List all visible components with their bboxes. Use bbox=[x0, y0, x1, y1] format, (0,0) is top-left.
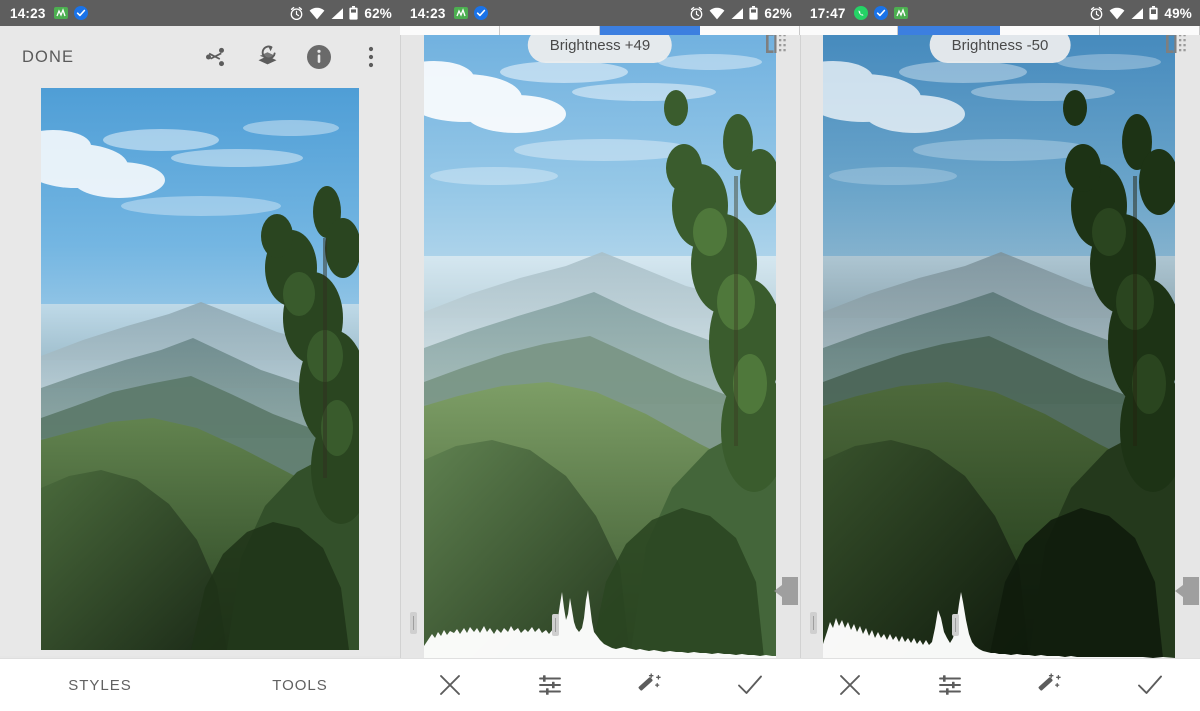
apply-button[interactable] bbox=[700, 672, 800, 698]
battery-percent: 62% bbox=[364, 5, 392, 21]
overflow-menu-button[interactable] bbox=[358, 44, 384, 70]
status-time: 14:23 bbox=[10, 5, 46, 21]
histogram-overlay bbox=[424, 590, 776, 658]
share-icon bbox=[203, 45, 227, 69]
status-bar: 14:23 62% bbox=[0, 0, 400, 26]
photo-image[interactable] bbox=[41, 88, 359, 650]
wifi-icon bbox=[709, 7, 725, 20]
alarm-icon bbox=[1089, 6, 1104, 21]
status-left-icons bbox=[453, 6, 488, 20]
revert-stack-button[interactable] bbox=[254, 44, 280, 70]
status-left-icons bbox=[53, 6, 88, 20]
alarm-icon bbox=[689, 6, 704, 21]
close-icon bbox=[438, 673, 462, 697]
tab-tools[interactable]: TOOLS bbox=[200, 677, 400, 694]
whatsapp-icon bbox=[853, 6, 868, 20]
sliders-icon bbox=[538, 673, 562, 697]
tab-styles[interactable]: STYLES bbox=[0, 677, 200, 694]
editor-top-toolbar: DONE bbox=[0, 26, 400, 88]
panel-brightness-minus: 17:47 49% Brightness -50 bbox=[800, 0, 1200, 711]
alarm-icon bbox=[289, 6, 304, 21]
verified-badge-icon bbox=[473, 6, 488, 20]
signal-icon bbox=[330, 7, 344, 20]
cancel-button[interactable] bbox=[400, 673, 500, 697]
app-green-icon bbox=[453, 6, 468, 20]
verified-badge-icon bbox=[73, 6, 88, 20]
screenshot-root: 14:23 62% DONE STYLES TOOLS 14:23 62% Br… bbox=[0, 0, 1200, 711]
overflow-menu-icon bbox=[368, 45, 374, 69]
status-right-icons: 49% bbox=[1089, 6, 1192, 21]
battery-percent: 49% bbox=[1164, 5, 1192, 21]
histogram-overlay bbox=[823, 592, 1175, 658]
check-icon bbox=[737, 672, 763, 698]
done-button[interactable]: DONE bbox=[22, 48, 74, 67]
signal-icon bbox=[730, 7, 744, 20]
wifi-icon bbox=[1109, 7, 1125, 20]
photo-viewport[interactable] bbox=[800, 26, 1200, 658]
status-time: 17:47 bbox=[810, 5, 846, 21]
panel-brightness-plus: 14:23 62% Brightness +49 bbox=[400, 0, 800, 711]
photo-image[interactable] bbox=[424, 26, 776, 658]
sliders-icon bbox=[938, 673, 962, 697]
magic-wand-icon bbox=[1037, 672, 1063, 698]
photo-viewport[interactable] bbox=[0, 88, 400, 656]
info-icon bbox=[306, 44, 332, 70]
verified-badge-icon bbox=[873, 6, 888, 20]
expand-handle-icon[interactable] bbox=[774, 575, 798, 612]
panel-divider bbox=[800, 26, 801, 711]
histogram-left-handle[interactable] bbox=[410, 612, 417, 634]
status-right-icons: 62% bbox=[689, 6, 792, 21]
status-bar: 17:47 49% bbox=[800, 0, 1200, 26]
info-button[interactable] bbox=[306, 44, 332, 70]
battery-percent: 62% bbox=[764, 5, 792, 21]
editor-action-bar bbox=[400, 658, 800, 711]
wifi-icon bbox=[309, 7, 325, 20]
share-button[interactable] bbox=[202, 44, 228, 70]
battery-icon bbox=[749, 6, 758, 20]
revert-stack-icon bbox=[255, 45, 280, 70]
photo-viewport[interactable] bbox=[400, 26, 800, 658]
status-left-icons bbox=[853, 6, 908, 20]
editor-action-bar bbox=[800, 658, 1200, 711]
adjustment-label: Brightness -50 bbox=[951, 36, 1049, 54]
bottom-tab-bar: STYLES TOOLS bbox=[0, 658, 400, 711]
close-icon bbox=[838, 673, 862, 697]
status-right-icons: 62% bbox=[289, 6, 392, 21]
panel-divider bbox=[400, 26, 401, 711]
check-icon bbox=[1137, 672, 1163, 698]
histogram-mid-handle[interactable] bbox=[552, 614, 559, 636]
apply-button[interactable] bbox=[1100, 672, 1200, 698]
cancel-button[interactable] bbox=[800, 673, 900, 697]
tune-button[interactable] bbox=[500, 673, 600, 697]
auto-enhance-button[interactable] bbox=[1000, 672, 1100, 698]
battery-icon bbox=[349, 6, 358, 20]
app-green-icon bbox=[53, 6, 68, 20]
app-green-icon bbox=[893, 6, 908, 20]
expand-handle-icon[interactable] bbox=[1175, 575, 1199, 612]
auto-enhance-button[interactable] bbox=[600, 672, 700, 698]
magic-wand-icon bbox=[637, 672, 663, 698]
tune-button[interactable] bbox=[900, 673, 1000, 697]
signal-icon bbox=[1130, 7, 1144, 20]
status-time: 14:23 bbox=[410, 5, 446, 21]
photo-image[interactable] bbox=[823, 26, 1175, 658]
battery-icon bbox=[1149, 6, 1158, 20]
status-bar: 14:23 62% bbox=[400, 0, 800, 26]
histogram-mid-handle[interactable] bbox=[952, 614, 959, 636]
adjustment-label: Brightness +49 bbox=[549, 36, 651, 54]
histogram-left-handle[interactable] bbox=[810, 612, 817, 634]
panel-viewer: 14:23 62% DONE STYLES TOOLS bbox=[0, 0, 400, 711]
